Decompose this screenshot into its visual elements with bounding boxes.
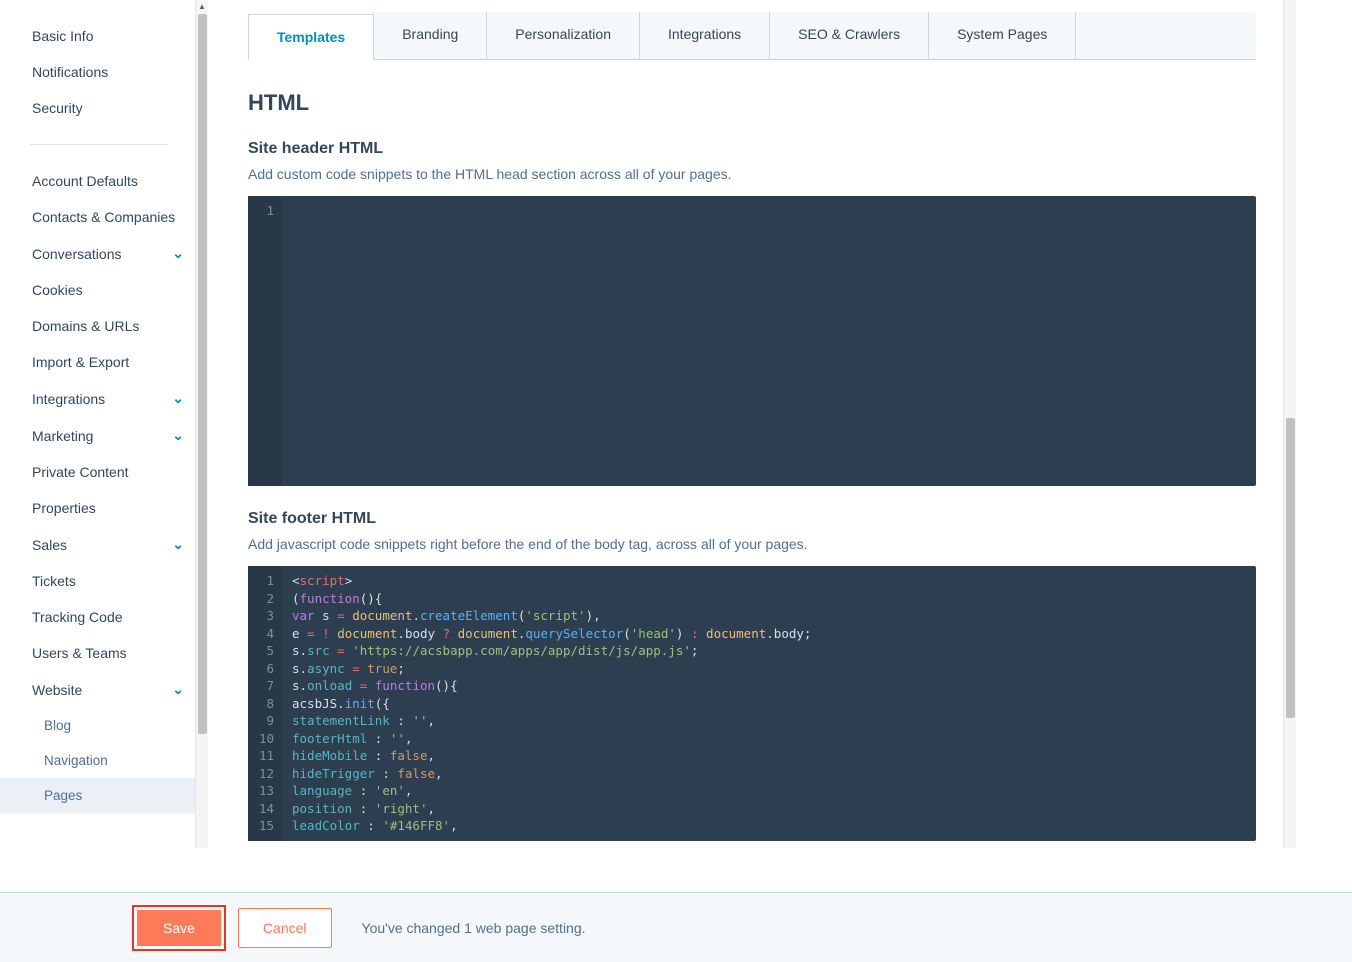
sidebar-item-tickets[interactable]: Tickets: [0, 563, 198, 599]
sidebar-label: Tracking Code: [32, 609, 123, 625]
tab-seo-crawlers[interactable]: SEO & Crawlers: [770, 12, 929, 59]
sidebar-label: Conversations: [32, 246, 122, 262]
tab-system-pages[interactable]: System Pages: [929, 12, 1076, 59]
line-number: 14: [254, 800, 274, 818]
editor-code[interactable]: [282, 196, 302, 486]
section-title: HTML: [248, 90, 1256, 116]
content-scrollbar[interactable]: [1283, 0, 1296, 848]
sidebar-divider: [30, 144, 168, 145]
sidebar-item-contacts-companies[interactable]: Contacts & Companies: [0, 199, 198, 235]
line-number: 4: [254, 625, 274, 643]
tab-branding[interactable]: Branding: [374, 12, 487, 59]
sidebar-item-conversations[interactable]: Conversations ⌄: [0, 235, 198, 272]
sidebar-subitem-pages[interactable]: Pages: [0, 778, 198, 813]
sidebar-item-basic-info[interactable]: Basic Info: [0, 18, 198, 54]
sidebar-item-tracking-code[interactable]: Tracking Code: [0, 599, 198, 635]
line-number: 1: [254, 202, 274, 220]
tab-integrations[interactable]: Integrations: [640, 12, 770, 59]
scrollbar-thumb[interactable]: [198, 14, 207, 734]
sidebar-label: Basic Info: [32, 28, 93, 44]
site-header-desc: Add custom code snippets to the HTML hea…: [248, 166, 1256, 182]
sidebar-label: Security: [32, 100, 83, 116]
sidebar-item-private-content[interactable]: Private Content: [0, 454, 198, 490]
line-number: 5: [254, 642, 274, 660]
sidebar-item-cookies[interactable]: Cookies: [0, 272, 198, 308]
sidebar-label: Properties: [32, 500, 96, 516]
sidebar-label: Private Content: [32, 464, 129, 480]
sidebar-label: Notifications: [32, 64, 108, 80]
chevron-down-icon: ⌄: [172, 245, 184, 262]
sidebar-label: Website: [32, 682, 82, 698]
sidebar-item-notifications[interactable]: Notifications: [0, 54, 198, 90]
sidebar-scrollbar[interactable]: ▲: [195, 0, 208, 848]
line-number: 9: [254, 712, 274, 730]
save-button[interactable]: Save: [137, 910, 221, 946]
line-number: 10: [254, 730, 274, 748]
sidebar-label: Account Defaults: [32, 173, 138, 189]
line-number: 15: [254, 817, 274, 835]
sidebar-label: Import & Export: [32, 354, 129, 370]
scrollbar-thumb[interactable]: [1286, 418, 1295, 718]
line-number: 7: [254, 677, 274, 695]
site-footer-title: Site footer HTML: [248, 510, 1256, 528]
save-highlight: Save: [132, 905, 226, 951]
line-number: 3: [254, 607, 274, 625]
chevron-down-icon: ⌄: [172, 390, 184, 407]
site-footer-desc: Add javascript code snippets right befor…: [248, 536, 1256, 552]
sidebar-subitem-navigation[interactable]: Navigation: [0, 743, 198, 778]
sidebar-item-integrations[interactable]: Integrations ⌄: [0, 380, 198, 417]
tab-templates[interactable]: Templates: [248, 12, 374, 60]
sidebar-label: Users & Teams: [32, 645, 127, 661]
sidebar-item-sales[interactable]: Sales ⌄: [0, 526, 198, 563]
site-header-editor[interactable]: 1: [248, 196, 1256, 486]
sidebar: Basic Info Notifications Security Accoun…: [0, 0, 208, 848]
sidebar-label: Integrations: [32, 391, 105, 407]
sidebar-label: Marketing: [32, 428, 93, 444]
sidebar-item-import-export[interactable]: Import & Export: [0, 344, 198, 380]
footer-message: You've changed 1 web page setting.: [362, 920, 586, 936]
line-number: 2: [254, 590, 274, 608]
line-number: 12: [254, 765, 274, 783]
sidebar-label: Pages: [44, 788, 82, 803]
sidebar-item-account-defaults[interactable]: Account Defaults: [0, 163, 198, 199]
site-footer-editor[interactable]: 123456789101112131415 <script>(function(…: [248, 566, 1256, 841]
sidebar-item-domains-urls[interactable]: Domains & URLs: [0, 308, 198, 344]
sidebar-label: Blog: [44, 718, 71, 733]
sidebar-label: Cookies: [32, 282, 83, 298]
line-number: 13: [254, 782, 274, 800]
chevron-down-icon: ⌄: [172, 536, 184, 553]
sidebar-label: Contacts & Companies: [32, 209, 175, 225]
sidebar-item-users-teams[interactable]: Users & Teams: [0, 635, 198, 671]
scroll-up-icon[interactable]: ▲: [196, 0, 208, 13]
sidebar-item-website[interactable]: Website ⌄: [0, 671, 198, 708]
sidebar-label: Navigation: [44, 753, 108, 768]
sidebar-label: Tickets: [32, 573, 76, 589]
editor-gutter: 1: [248, 196, 282, 486]
sidebar-label: Sales: [32, 537, 67, 553]
footer-bar: Save Cancel You've changed 1 web page se…: [0, 892, 1352, 962]
chevron-down-icon: ⌄: [172, 427, 184, 444]
cancel-button[interactable]: Cancel: [238, 908, 332, 948]
line-number: 1: [254, 572, 274, 590]
sidebar-item-properties[interactable]: Properties: [0, 490, 198, 526]
tab-personalization[interactable]: Personalization: [487, 12, 640, 59]
sidebar-item-security[interactable]: Security: [0, 90, 198, 126]
site-header-title: Site header HTML: [248, 140, 1256, 158]
editor-gutter: 123456789101112131415: [248, 566, 282, 841]
line-number: 8: [254, 695, 274, 713]
sidebar-item-marketing[interactable]: Marketing ⌄: [0, 417, 198, 454]
sidebar-subitem-blog[interactable]: Blog: [0, 708, 198, 743]
tab-bar: Templates Branding Personalization Integ…: [248, 12, 1256, 60]
line-number: 11: [254, 747, 274, 765]
main-content: Templates Branding Personalization Integ…: [208, 0, 1296, 848]
editor-code[interactable]: <script>(function(){var s = document.cre…: [282, 566, 821, 841]
chevron-down-icon: ⌄: [172, 681, 184, 698]
sidebar-label: Domains & URLs: [32, 318, 139, 334]
line-number: 6: [254, 660, 274, 678]
